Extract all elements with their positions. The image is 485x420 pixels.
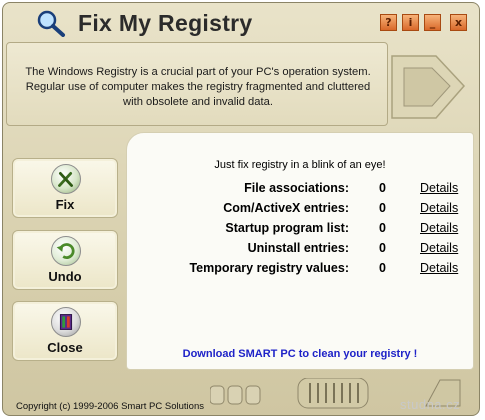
result-count: 0 [379,221,386,235]
download-link[interactable]: Download SMART PC to clean your registry… [127,348,473,360]
watermark-text: studna.cz [400,397,461,412]
results-panel: Just fix registry in a blink of an eye! … [126,132,474,370]
description-text: The Windows Registry is a crucial part o… [25,66,371,108]
fix-button-label: Fix [55,197,75,212]
close-icon [51,307,81,337]
app-window: Fix My Registry ? i _ x The Windows Regi… [0,0,485,420]
result-count: 0 [379,201,386,215]
undo-button-label: Undo [48,269,82,284]
minimize-button[interactable]: _ [424,14,441,31]
result-row: File associations: 0 Details [127,181,473,199]
result-row: Uninstall entries: 0 Details [127,241,473,259]
result-count: 0 [379,241,386,255]
details-link[interactable]: Details [420,221,458,235]
decorative-arrow-shape [391,55,466,119]
close-button[interactable]: Close [12,301,118,361]
result-row: Com/ActiveX entries: 0 Details [127,201,473,219]
tools-icon [51,164,81,194]
undo-icon [51,236,81,266]
copyright-text: Copyright (c) 1999-2006 Smart PC Solutio… [16,401,204,412]
info-button[interactable]: i [402,14,419,31]
tagline: Just fix registry in a blink of an eye! [214,159,386,171]
result-label: Temporary registry values: [189,261,349,275]
result-row: Temporary registry values: 0 Details [127,261,473,279]
magnifier-icon [37,10,65,37]
details-link[interactable]: Details [420,181,458,195]
help-button[interactable]: ? [380,14,397,31]
title-bar: Fix My Registry ? i _ x [6,4,476,38]
details-link[interactable]: Details [420,261,458,275]
close-window-button[interactable]: x [450,14,467,31]
description-panel: The Windows Registry is a crucial part o… [6,42,388,126]
result-label: Startup program list: [225,221,349,235]
result-label: Com/ActiveX entries: [223,201,349,215]
result-row: Startup program list: 0 Details [127,221,473,239]
result-label: Uninstall entries: [247,241,349,255]
undo-button[interactable]: Undo [12,230,118,290]
app-title: Fix My Registry [78,10,253,36]
fix-button[interactable]: Fix [12,158,118,218]
close-button-label: Close [47,340,83,355]
details-link[interactable]: Details [420,241,458,255]
result-count: 0 [379,261,386,275]
details-link[interactable]: Details [420,201,458,215]
result-label: File associations: [244,181,349,195]
result-count: 0 [379,181,386,195]
